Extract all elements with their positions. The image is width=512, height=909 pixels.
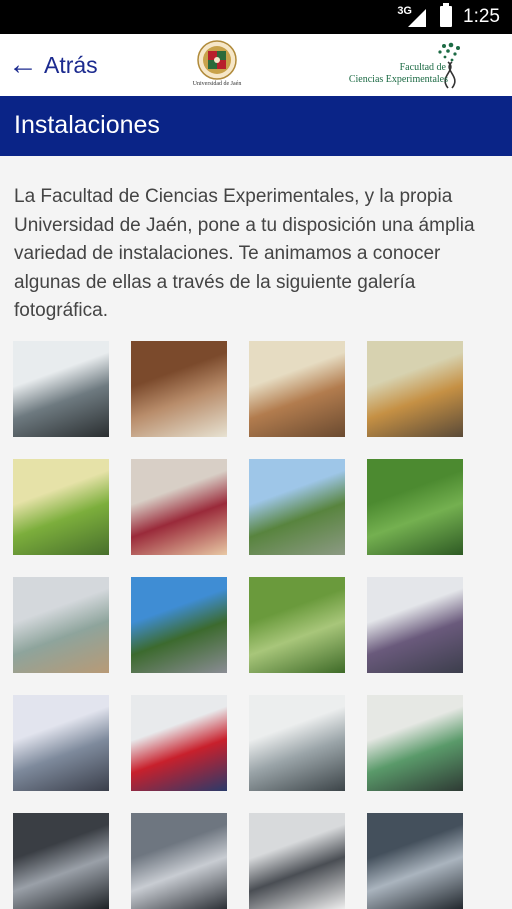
photo-researcher[interactable]	[131, 695, 227, 791]
intro-text: La Facultad de Ciencias Experimentales, …	[14, 186, 475, 322]
photo-auditorium[interactable]	[131, 459, 227, 555]
faculty-logo-line1: Facultad de	[399, 62, 446, 73]
photo-partial-3[interactable]	[249, 813, 345, 909]
faculty-logo: Facultad de Ciencias Experimentales	[342, 40, 466, 92]
photo-courtyard[interactable]	[131, 577, 227, 673]
photo-teaching-lab[interactable]	[367, 695, 463, 791]
back-button[interactable]: ← Atrás	[8, 48, 98, 82]
university-logo: Universidad de Jaén	[184, 40, 250, 92]
title-bar: Instalaciones	[0, 96, 512, 156]
arrow-left-icon: ←	[8, 48, 38, 81]
university-seal-icon	[197, 40, 237, 80]
back-label: Atrás	[44, 51, 98, 78]
photo-partial-4[interactable]	[367, 813, 463, 909]
app-header: ← Atrás Universidad de Jaén Facultad de …	[0, 34, 512, 97]
photo-park[interactable]	[249, 577, 345, 673]
photo-shelves[interactable]	[131, 341, 227, 437]
page-title: Instalaciones	[14, 111, 160, 139]
photo-partial-1[interactable]	[13, 813, 109, 909]
signal-icon	[408, 9, 426, 27]
faculty-logo-line2: Ciencias Experimentales	[348, 74, 448, 85]
photo-garden[interactable]	[367, 459, 463, 555]
photo-classroom-tables[interactable]	[367, 341, 463, 437]
photo-microscope[interactable]	[13, 341, 109, 437]
clock: 1:25	[463, 6, 500, 27]
photo-computer-lab[interactable]	[13, 695, 109, 791]
photo-equipment[interactable]	[249, 695, 345, 791]
photo-pond[interactable]	[249, 459, 345, 555]
photo-lab-green[interactable]	[13, 459, 109, 555]
photo-partial-2[interactable]	[131, 813, 227, 909]
photo-computer-room[interactable]	[367, 577, 463, 673]
battery-icon	[440, 3, 452, 27]
university-logo-text: Universidad de Jaén	[192, 81, 242, 87]
photo-library-room[interactable]	[249, 341, 345, 437]
status-bar: 3G 1:25	[0, 0, 512, 34]
photo-lab-benches[interactable]	[13, 577, 109, 673]
